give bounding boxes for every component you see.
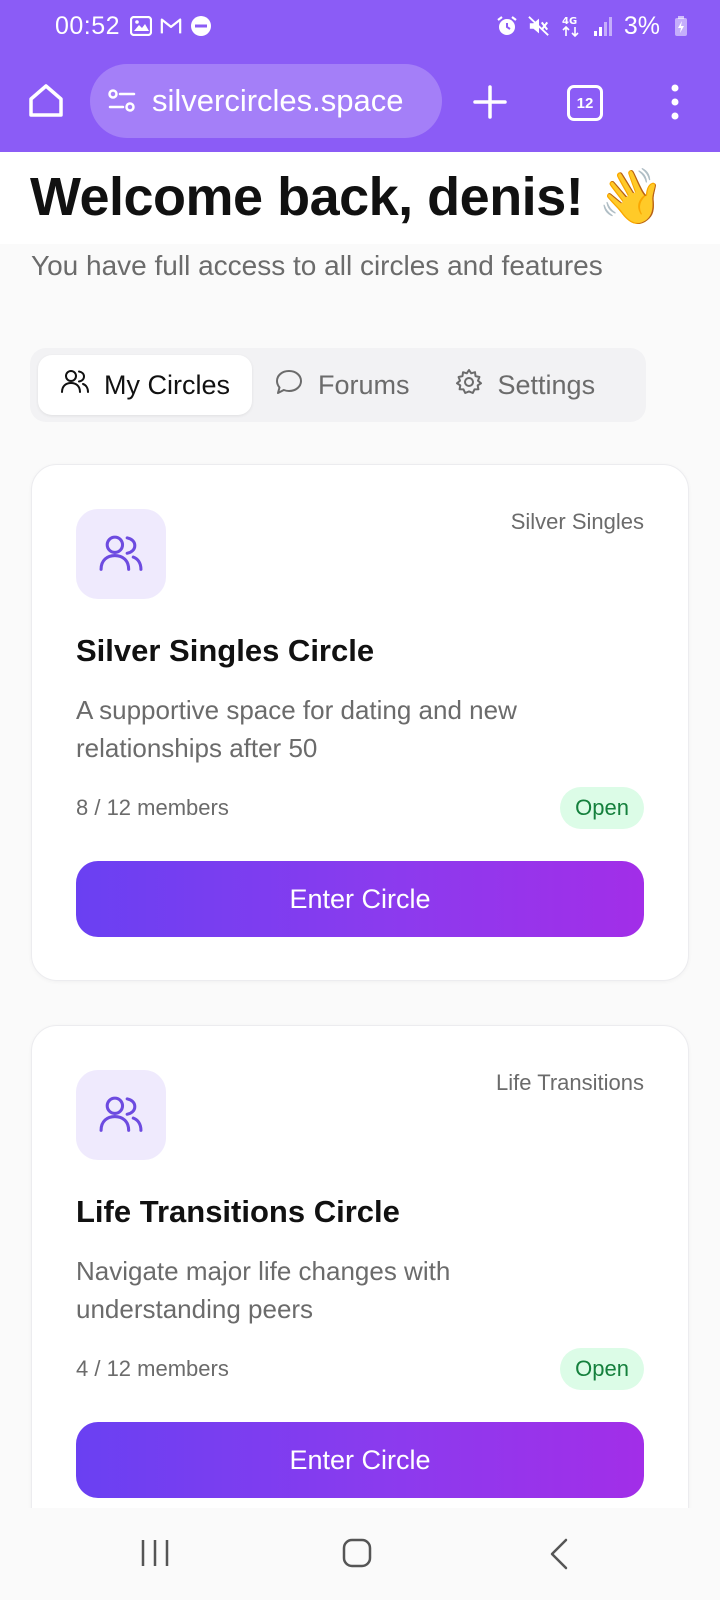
tab-label: My Circles [104, 369, 230, 400]
circle-members: 8 / 12 members [76, 795, 229, 820]
image-icon [130, 15, 153, 37]
site-settings-icon[interactable] [106, 85, 138, 117]
chat-bubble-icon [274, 367, 304, 404]
url-bar[interactable]: silvercircles.space [90, 64, 442, 138]
tab-switcher-button[interactable]: 12 [567, 85, 603, 121]
signal-icon [592, 15, 614, 37]
circle-card: Life Transitions Life Transitions Circle… [31, 1025, 689, 1508]
tab-settings[interactable]: Settings [432, 355, 618, 415]
new-tab-icon[interactable] [470, 82, 510, 122]
tab-bar: My Circles Forums Settings [30, 348, 646, 422]
circle-members: 4 / 12 members [76, 1356, 229, 1381]
status-badge: Open [560, 787, 644, 829]
circle-description: A supportive space for dating and new re… [76, 695, 517, 763]
tab-label: Forums [318, 369, 410, 400]
tab-my-circles[interactable]: My Circles [38, 355, 252, 415]
alarm-icon [496, 15, 518, 37]
dnd-icon [190, 15, 212, 37]
system-nav-bar [0, 1508, 720, 1600]
page-title: Welcome back, denis! 👋 [30, 167, 665, 227]
back-icon[interactable] [548, 1538, 570, 1570]
circle-title: Life Transitions Circle [76, 1194, 400, 1229]
battery-level: 3% [623, 11, 660, 40]
circle-title: Silver Singles Circle [76, 633, 375, 668]
circle-category: Silver Singles [510, 509, 644, 534]
gear-icon [454, 367, 484, 404]
mute-icon [528, 15, 550, 37]
circle-card: Silver Singles Silver Singles Circle A s… [31, 464, 689, 981]
recents-icon[interactable] [140, 1538, 170, 1568]
status-badge: Open [560, 1348, 644, 1390]
status-time: 00:52 [55, 11, 121, 40]
users-icon [60, 367, 90, 404]
4g-icon: 4G [560, 15, 582, 38]
enter-circle-button[interactable]: Enter Circle [76, 861, 644, 937]
nav-home-icon[interactable] [342, 1538, 372, 1568]
page-subtitle: You have full access to all circles and … [31, 250, 603, 281]
circle-users-icon [76, 1070, 166, 1160]
svg-text:4G: 4G [562, 16, 577, 27]
more-menu-icon[interactable] [664, 82, 686, 122]
battery-icon [670, 15, 692, 37]
tab-label: Settings [497, 369, 596, 400]
page-content: Welcome back, denis! 👋 You have full acc… [0, 152, 720, 1508]
status-bar: 00:52 4G 3% [0, 0, 720, 52]
browser-toolbar: silvercircles.space 12 [0, 52, 720, 152]
circle-users-icon [76, 509, 166, 599]
enter-circle-button[interactable]: Enter Circle [76, 1422, 644, 1498]
tab-forums[interactable]: Forums [252, 355, 432, 415]
url-text[interactable]: silvercircles.space [152, 83, 442, 119]
circle-description: Navigate major life changes with underst… [76, 1256, 451, 1324]
gmail-icon [160, 15, 182, 37]
circle-category: Life Transitions [496, 1070, 644, 1095]
home-icon[interactable] [26, 80, 66, 120]
